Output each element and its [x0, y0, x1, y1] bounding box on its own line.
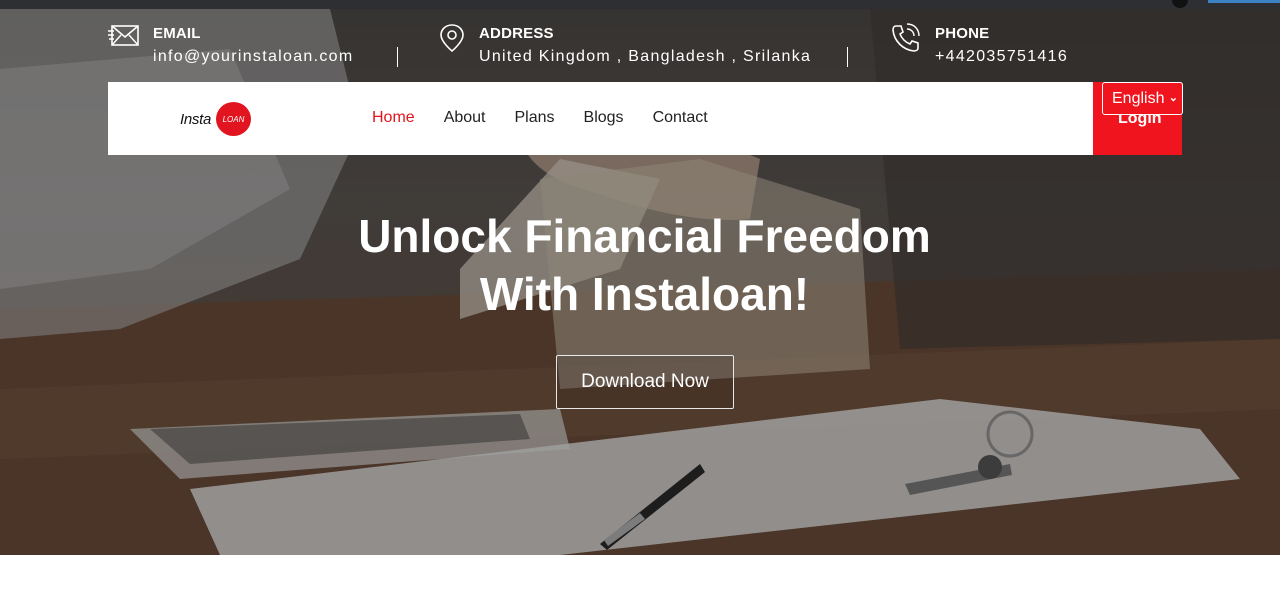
phone-value[interactable]: +442035751416: [935, 48, 1068, 66]
phone-label: PHONE: [935, 25, 990, 42]
envelope-icon: [108, 23, 140, 54]
nav-item-about[interactable]: About: [444, 109, 486, 127]
download-now-button[interactable]: Download Now: [556, 355, 734, 409]
main-navbar: Insta LOAN Home About Plans Blogs Contac…: [108, 82, 1182, 155]
browser-top-strip: [0, 0, 1280, 9]
accent-bar: [1208, 0, 1280, 3]
hero-title-line-2: With Instaloan!: [479, 268, 810, 320]
email-value[interactable]: info@yourinstaloan.com: [153, 48, 353, 66]
hero-title: Unlock Financial Freedom With Instaloan!: [0, 207, 1280, 323]
insta-loan-logo[interactable]: Insta LOAN: [180, 102, 260, 136]
language-selected: English: [1112, 89, 1165, 107]
nav-item-blogs[interactable]: Blogs: [584, 109, 624, 127]
language-select[interactable]: English ⌄: [1102, 82, 1183, 115]
nav-item-home[interactable]: Home: [372, 109, 415, 127]
contact-info-bar: EMAIL info@yourinstaloan.com ADDRESS Uni…: [0, 21, 1280, 81]
phone-icon: [890, 23, 922, 58]
logo-badge: LOAN: [216, 102, 251, 136]
email-label: EMAIL: [153, 25, 201, 42]
download-now-label: Download Now: [581, 371, 709, 392]
divider: [397, 47, 398, 67]
nav-menu: Home About Plans Blogs Contact: [372, 109, 737, 127]
address-label: ADDRESS: [479, 25, 554, 42]
nav-item-plans[interactable]: Plans: [515, 109, 555, 127]
profile-icon[interactable]: [1172, 0, 1188, 8]
chevron-down-icon: ⌄: [1168, 92, 1178, 104]
hero-section: EMAIL info@yourinstaloan.com ADDRESS Uni…: [0, 9, 1280, 555]
logo-text: Insta: [180, 111, 212, 128]
hero-title-line-1: Unlock Financial Freedom: [358, 210, 931, 262]
address-value: United Kingdom , Bangladesh , Srilanka: [479, 48, 812, 65]
map-pin-icon: [434, 23, 470, 58]
divider: [847, 47, 848, 67]
nav-item-contact[interactable]: Contact: [653, 109, 708, 127]
